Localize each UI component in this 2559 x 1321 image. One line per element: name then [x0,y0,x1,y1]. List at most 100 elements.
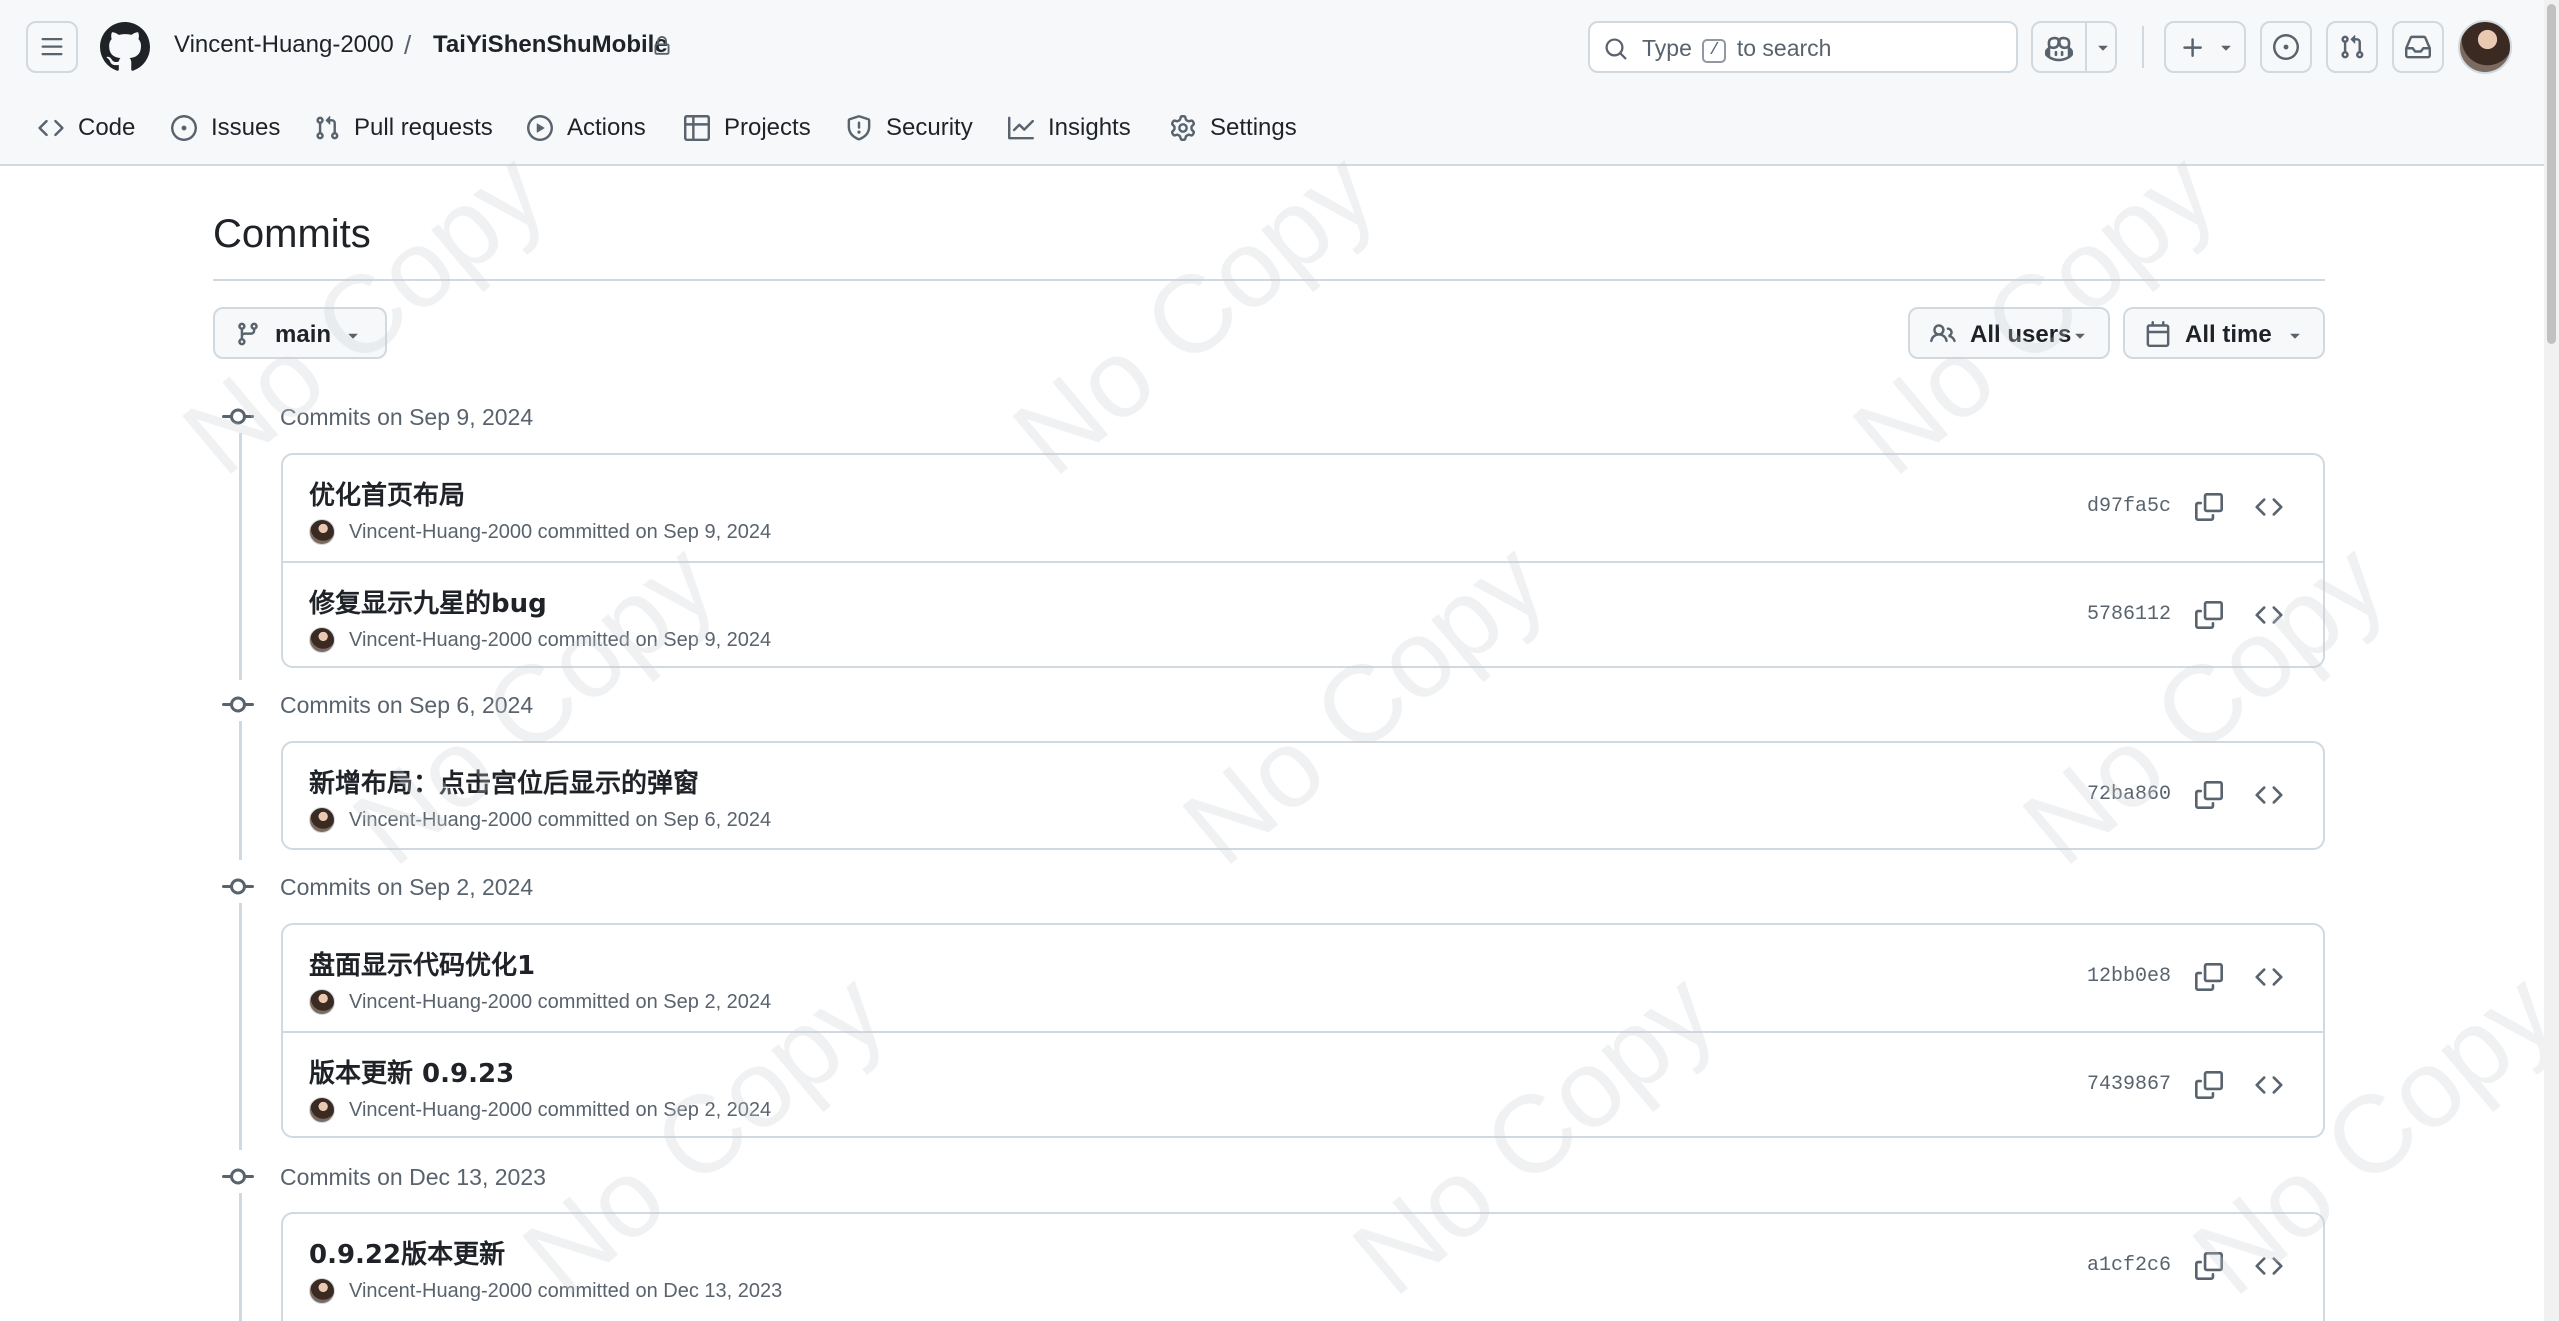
search-input[interactable]: Type / to search [1588,21,2018,73]
create-new-button[interactable] [2164,21,2246,73]
breadcrumb-repo[interactable]: TaiYiShenShuMobile [433,31,668,59]
commit-author[interactable]: Vincent-Huang-2000 [349,1280,532,1303]
commit-message[interactable]: 新增布局：点击宫位后显示的弹窗 [309,763,699,800]
tab-actions[interactable]: Actions [527,108,646,148]
commit-row[interactable]: 盘面显示代码优化1 Vincent-Huang-2000 committed o… [283,925,2323,1031]
github-logo-icon[interactable] [99,22,150,72]
commit-sha[interactable]: d97fa5c [2087,495,2171,518]
commit-sha[interactable]: 72ba860 [2087,783,2171,806]
tab-insights[interactable]: Insights [1008,108,1131,148]
commit-date: Dec 13, 2023 [663,1279,783,1302]
browse-code-icon[interactable] [2255,963,2283,991]
commit-sha[interactable]: 5786112 [2087,603,2171,626]
copy-icon[interactable] [2195,781,2223,809]
commit-message[interactable]: 修复显示九星的bug [309,583,547,620]
git-branch-icon [235,321,261,347]
tab-projects[interactable]: Projects [684,108,811,148]
commit-author[interactable]: Vincent-Huang-2000 [349,991,532,1014]
title-divider [213,279,2325,281]
commit-row[interactable]: 优化首页布局 Vincent-Huang-2000 committed on S… [283,455,2323,561]
browse-code-icon[interactable] [2255,781,2283,809]
commit-date: Sep 2, 2024 [663,1098,772,1121]
copy-icon[interactable] [2195,493,2223,521]
users-filter-button[interactable]: All users [1908,307,2110,359]
plus-icon [2180,35,2206,61]
commit-meta: Vincent-Huang-2000 committed on Sep 9, 2… [309,627,771,653]
copy-icon[interactable] [2195,1252,2223,1280]
git-commit-icon [222,401,254,433]
breadcrumb-owner[interactable]: Vincent-Huang-2000 [174,31,394,59]
code-icon [38,119,64,137]
tab-settings[interactable]: Settings [1170,108,1297,148]
your-issues-button[interactable] [2260,21,2312,73]
menu-button[interactable] [26,21,78,73]
commit-sha[interactable]: 7439867 [2087,1073,2171,1096]
tab-issues[interactable]: Issues [171,108,280,148]
commit-row[interactable]: 修复显示九星的bug Vincent-Huang-2000 committed … [283,561,2323,667]
user-avatar[interactable] [2458,20,2512,74]
scrollbar-thumb[interactable] [2547,4,2556,344]
commit-sha[interactable]: a1cf2c6 [2087,1254,2171,1277]
commit-message[interactable]: 盘面显示代码优化1 [309,945,535,982]
commit-author[interactable]: Vincent-Huang-2000 [349,1099,532,1122]
avatar[interactable] [309,627,335,653]
chevron-down-icon [2285,324,2305,344]
git-commit-icon [222,1161,254,1193]
graph-icon [1008,116,1034,140]
browse-code-icon[interactable] [2255,601,2283,629]
search-shortcut-key: / [1702,39,1727,63]
search-placeholder: Type / to search [1642,35,1832,63]
commit-list: 优化首页布局 Vincent-Huang-2000 committed on S… [281,453,2325,668]
commit-sha[interactable]: 12bb0e8 [2087,965,2171,988]
time-filter-button[interactable]: All time [2123,307,2325,359]
copy-icon[interactable] [2195,601,2223,629]
top-bar: Vincent-Huang-2000 / TaiYiShenShuMobile … [0,0,2544,96]
commit-row[interactable]: 0.9.22版本更新 Vincent-Huang-2000 committed … [283,1214,2323,1320]
commit-group-header: Commits on Sep 2, 2024 [222,871,533,903]
notifications-button[interactable] [2392,21,2444,73]
watermark: No Copy [990,128,1398,499]
tab-code[interactable]: Code [38,108,135,148]
tab-security[interactable]: Security [846,108,973,148]
avatar[interactable] [309,1278,335,1304]
copy-icon[interactable] [2195,1071,2223,1099]
avatar[interactable] [309,807,335,833]
branch-selector-button[interactable]: main [213,307,387,359]
chevron-down-icon [343,324,363,344]
tab-pull-requests[interactable]: Pull requests [314,108,493,148]
commit-message[interactable]: 0.9.22版本更新 [309,1234,505,1271]
commit-list: 新增布局：点击宫位后显示的弹窗 Vincent-Huang-2000 commi… [281,741,2325,850]
users-filter-label: All users [1970,321,2072,348]
commit-date: Sep 6, 2024 [663,808,772,831]
commit-meta: Vincent-Huang-2000 committed on Sep 6, 2… [309,807,771,833]
avatar[interactable] [309,989,335,1015]
browse-code-icon[interactable] [2255,1252,2283,1280]
people-icon [1930,321,1956,347]
commit-author[interactable]: Vincent-Huang-2000 [349,809,532,832]
shield-icon [847,115,871,141]
commit-author[interactable]: Vincent-Huang-2000 [349,521,532,544]
time-filter-label: All time [2185,321,2272,348]
issue-icon [171,115,197,141]
commit-row[interactable]: 版本更新 0.9.23 Vincent-Huang-2000 committed… [283,1031,2323,1137]
browse-code-icon[interactable] [2255,1071,2283,1099]
timeline-line [239,902,242,1150]
avatar[interactable] [309,1097,335,1123]
commit-meta: Vincent-Huang-2000 committed on Dec 13, … [309,1278,782,1304]
chevron-down-icon [2070,324,2090,344]
copilot-button[interactable] [2031,21,2117,73]
commit-message[interactable]: 版本更新 0.9.23 [309,1053,514,1090]
copy-icon[interactable] [2195,963,2223,991]
commit-author[interactable]: Vincent-Huang-2000 [349,629,532,652]
copilot-icon [2045,35,2073,63]
avatar[interactable] [309,519,335,545]
commit-meta: Vincent-Huang-2000 committed on Sep 2, 2… [309,1097,771,1123]
commit-message[interactable]: 优化首页布局 [309,475,465,512]
breadcrumb-separator: / [404,30,412,60]
browse-code-icon[interactable] [2255,493,2283,521]
timeline-line [239,1192,242,1321]
page-title: Commits [213,212,371,256]
your-pull-requests-button[interactable] [2326,21,2378,73]
search-icon [1604,37,1628,61]
commit-row[interactable]: 新增布局：点击宫位后显示的弹窗 Vincent-Huang-2000 commi… [283,743,2323,849]
